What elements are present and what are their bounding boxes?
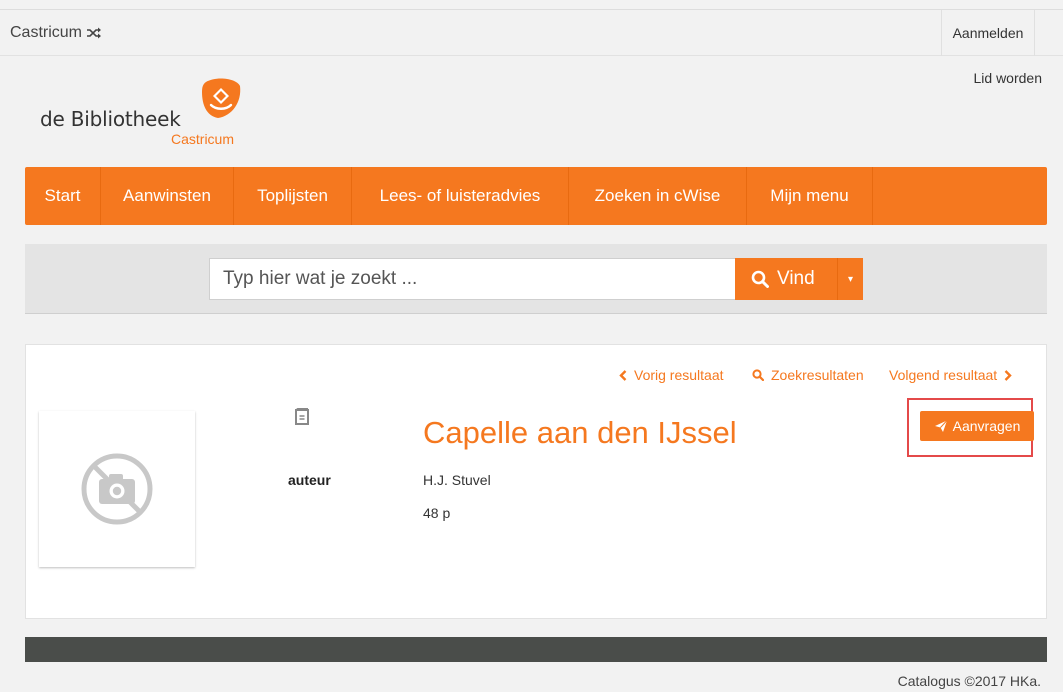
record-detail: Vorig resultaat Zoekresultaten Volgend r… [25, 344, 1047, 619]
chevron-down-icon: ▾ [847, 273, 854, 285]
record-title: Capelle aan den IJssel [423, 415, 737, 450]
nav-leesadvies[interactable]: Lees- of luisteradvies [352, 167, 569, 225]
search-options-dropdown[interactable]: ▾ [838, 258, 863, 300]
author-label: auteur [288, 472, 331, 488]
logo-location: Castricum [171, 131, 235, 147]
no-image-icon [81, 453, 153, 525]
top-bar: Castricum Aanmelden [0, 9, 1063, 56]
search-results-link[interactable]: Zoekresultaten [752, 367, 864, 383]
page-count: 48 p [423, 505, 451, 521]
branch-name: Castricum [10, 24, 83, 41]
library-logo[interactable]: de Bibliotheek Castricum [40, 76, 260, 151]
search-button-label: Vind [777, 268, 815, 289]
book-icon [295, 408, 309, 425]
login-link[interactable]: Aanmelden [941, 10, 1035, 56]
library-logo-icon [202, 78, 241, 118]
logo-name: de Bibliotheek [40, 107, 181, 131]
next-result-link[interactable]: Volgend resultaat [889, 367, 1012, 383]
next-result-label: Volgend resultaat [889, 367, 998, 383]
main-nav: Start Aanwinsten Toplijsten Lees- of lui… [25, 167, 1047, 225]
search-input[interactable]: Typ hier wat je zoekt ... [209, 258, 736, 300]
nav-aanwinsten[interactable]: Aanwinsten [101, 167, 234, 225]
previous-result-label: Vorig resultaat [634, 367, 724, 383]
nav-mijn-menu[interactable]: Mijn menu [747, 167, 873, 225]
search-bar: Typ hier wat je zoekt ... Vind ▾ [25, 244, 1047, 314]
copyright-text: Catalogus ©2017 HKa. [897, 673, 1041, 689]
footer-bar [25, 637, 1047, 662]
nav-toplijsten[interactable]: Toplijsten [234, 167, 352, 225]
search-icon [751, 270, 769, 288]
search-icon [752, 369, 764, 381]
shuffle-icon [87, 27, 102, 39]
cover-image [39, 411, 195, 567]
nav-start[interactable]: Start [25, 167, 101, 225]
search-results-label: Zoekresultaten [771, 367, 864, 383]
branch-switcher[interactable]: Castricum [10, 24, 102, 42]
author-value[interactable]: H.J. Stuvel [423, 472, 491, 488]
chevron-left-icon [619, 369, 627, 381]
search-button[interactable]: Vind [735, 258, 838, 300]
send-icon [934, 419, 948, 432]
request-button[interactable]: Aanvragen [920, 411, 1034, 441]
chevron-right-icon [1004, 369, 1012, 381]
previous-result-link[interactable]: Vorig resultaat [619, 367, 724, 383]
request-button-label: Aanvragen [952, 418, 1021, 434]
nav-zoeken-cwise[interactable]: Zoeken in cWise [569, 167, 747, 225]
join-link[interactable]: Lid worden [974, 70, 1043, 86]
